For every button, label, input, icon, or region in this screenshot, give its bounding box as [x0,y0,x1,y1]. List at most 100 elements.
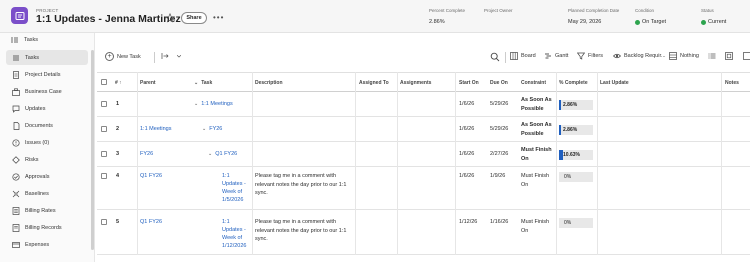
row-percent-complete: 10.63% [559,150,593,160]
progress-bar [559,125,561,135]
condition-field[interactable]: Condition On Target [635,8,666,25]
chevron-down-icon: ⌄ [208,151,213,157]
sidebar-item-updates[interactable]: Updates [6,101,88,116]
project-header: PROJECT 1:1 Updates - Jenna Martinez Sha… [0,0,750,33]
column-header-due-on[interactable]: Due On [490,80,508,86]
column-header-description[interactable]: Description [255,80,283,86]
chevron-down-icon [176,55,182,58]
row-checkbox[interactable] [101,219,107,225]
document-icon [13,70,19,79]
eye-icon [613,53,621,59]
row-parent-link[interactable]: Q1 FY26 [140,218,162,227]
settings-button[interactable] [743,52,750,60]
row-checkbox[interactable] [101,101,107,107]
sidebar-item-billing-records[interactable]: Billing Records [6,220,88,235]
status-field[interactable]: Status Current [701,8,726,25]
board-icon [510,52,518,60]
export-icon [725,52,733,60]
more-options-icon[interactable]: ••• [213,13,224,22]
column-header-parent[interactable]: Parent [140,80,156,86]
search-button[interactable] [490,52,503,62]
sidebar-item-project-details[interactable]: Project Details [6,67,88,82]
select-all-checkbox[interactable] [101,79,107,85]
business-case-icon [12,87,20,96]
grouping-selector[interactable]: Nothing [669,52,699,60]
sidebar-item-baselines[interactable]: Baselines [6,186,88,201]
star-icon[interactable] [165,13,175,23]
sidebar-item-expenses[interactable]: Expenses [6,237,88,252]
row-percent-complete: 2.86% [559,100,593,110]
toolbar-divider [505,52,506,63]
column-divider [137,72,138,255]
row-percent-complete: 0% [559,172,593,182]
table-row[interactable]: 5 Q1 FY26 1:1 Updates - Week of 1/12/202… [97,210,750,255]
percent-complete-label: Percent Complete [429,8,466,13]
sidebar-item-tasks[interactable]: Tasks [6,50,88,65]
column-header-start-on[interactable]: Start On [459,80,479,86]
sidebar-item-documents[interactable]: Documents [6,118,88,133]
row-checkbox[interactable] [101,173,107,179]
percent-complete-value: 2.86% [429,19,445,25]
column-header-last-update[interactable]: Last Update [600,80,629,86]
export-button[interactable] [725,52,736,60]
row-parent-link[interactable]: Q1 FY26 [140,172,162,181]
row-constraint: Must Finish On [521,219,550,234]
row-task-link[interactable]: ⌄ 1:1 Meetings [194,100,233,109]
progress-bar [559,150,563,160]
row-start-on: 1/12/26 [459,219,478,225]
board-label: Board [521,53,536,59]
column-header-constraint[interactable]: Constraint [521,80,546,86]
column-header-percent-complete[interactable]: % Complete [559,80,588,86]
grouping-label: Nothing [680,53,699,59]
column-header-task[interactable]: ⌄ Task [194,80,212,86]
column-divider [455,72,456,255]
row-number: 2 [116,126,120,132]
row-parent-link[interactable]: 1:1 Meetings [140,125,172,134]
project-icon [11,7,28,24]
row-task-link[interactable]: ⌄ FY26 [202,125,222,134]
new-task-button[interactable]: + New Task [105,52,141,61]
table-row[interactable]: 2 1:1 Meetings ⌄ FY26 1/6/26 5/29/26 As S… [97,117,750,142]
condition-dot-icon [635,19,640,25]
column-divider [597,72,598,255]
column-header-assigned-to[interactable]: Assigned To [359,80,389,86]
sidebar-item-billing-rates[interactable]: Billing Rates [6,203,88,218]
column-header-notes[interactable]: Notes [725,80,739,86]
expenses-icon [12,241,20,248]
gantt-view-button[interactable]: Gantt [544,52,568,60]
filter-icon [577,52,585,60]
planned-completion-field: Planned Completion Date May 29, 2026 [568,8,619,25]
project-owner-field[interactable]: Project Owner [484,8,513,19]
sidebar-item-approvals[interactable]: Approvals [6,169,88,184]
table-row[interactable]: 4 Q1 FY26 1:1 Updates - Week of 1/5/2026… [97,167,750,210]
view-selector[interactable]: Backlog Requir... [613,52,666,60]
table-row[interactable]: 1 ⌄ 1:1 Meetings 1/6/26 5/29/26 As Soon A… [97,92,750,117]
board-view-button[interactable]: Board [510,52,536,60]
filters-button[interactable]: Filters [577,52,603,60]
row-task-link[interactable]: ⌄ Q1 FY26 [208,150,237,159]
row-percent-complete: 2.86% [559,125,593,135]
sidebar-item-business-case[interactable]: Business Case [6,84,88,99]
row-task-link[interactable]: 1:1 Updates - Week of 1/5/2026 [222,172,248,204]
column-header-assignments[interactable]: Assignments [400,80,431,86]
sidebar-collapse-toggle[interactable]: Tasks [11,36,38,44]
row-checkbox[interactable] [101,151,107,157]
column-header-num[interactable]: # ↑ [115,80,122,86]
status-label: Status [701,8,714,13]
row-parent-link[interactable]: FY26 [140,150,153,159]
percent-complete-field: Percent Complete 2.86% [429,8,465,25]
view-selector-label: Backlog Requir... [624,53,666,59]
share-button[interactable]: Share [181,12,207,24]
indent-menu-button[interactable] [161,52,185,60]
row-due-on: 1/9/26 [490,173,506,179]
sidebar-scrollbar[interactable] [91,50,94,250]
sidebar-item-issues[interactable]: Issues (0) [6,135,88,150]
task-toolbar: + New Task Board Gantt Filters Backlog R… [97,47,750,69]
table-row[interactable]: 3 FY26 ⌄ Q1 FY26 1/6/26 2/27/26 Must Fini… [97,142,750,167]
row-task-link[interactable]: 1:1 Updates - Week of 1/12/2026 [222,218,248,250]
list-view-button[interactable] [708,52,719,60]
billing-rates-icon [12,206,20,215]
row-checkbox[interactable] [101,126,107,132]
sidebar: Tasks Tasks Project Details Business Cas… [0,33,95,262]
sidebar-item-risks[interactable]: Risks [6,152,88,167]
